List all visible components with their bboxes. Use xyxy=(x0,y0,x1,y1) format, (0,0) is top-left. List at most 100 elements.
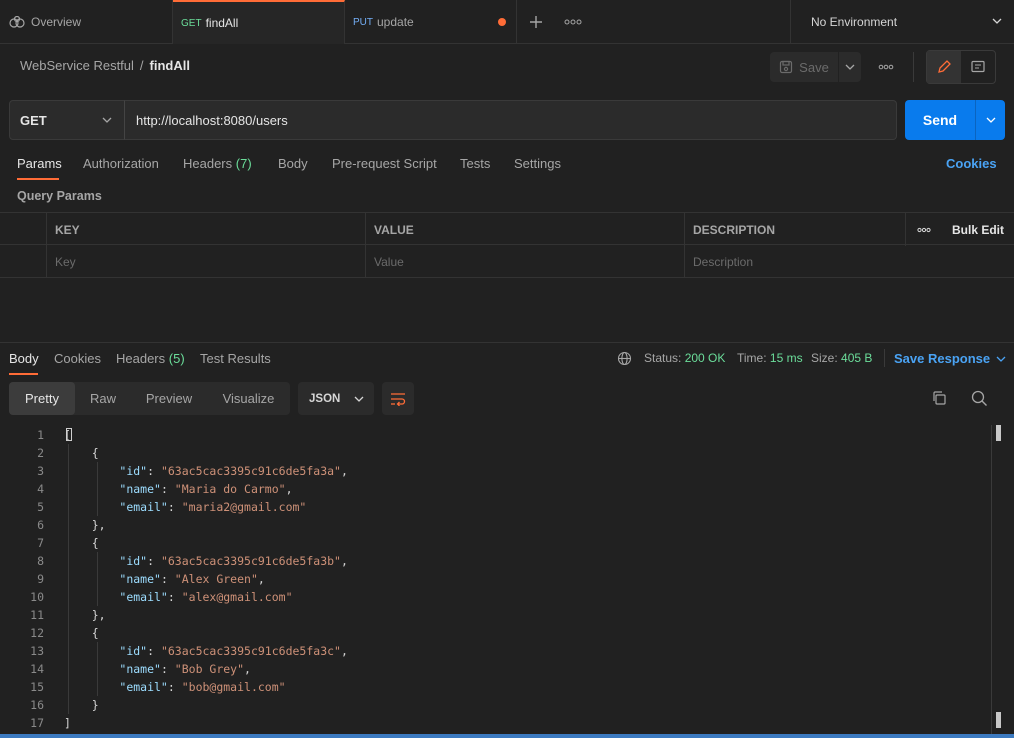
tab-headers[interactable]: Headers (7) xyxy=(183,156,252,171)
response-divider[interactable] xyxy=(0,342,1014,343)
globe-icon[interactable] xyxy=(617,351,632,366)
code-line: }, xyxy=(64,518,106,532)
bulk-edit-button[interactable]: Bulk Edit xyxy=(942,213,1014,246)
copy-icon[interactable] xyxy=(931,390,947,406)
response-time[interactable]: Time: 15 ms xyxy=(737,351,803,365)
scrollbar-thumb-top[interactable] xyxy=(996,425,1001,441)
line-number: 11 xyxy=(30,608,44,622)
query-params-title: Query Params xyxy=(17,189,102,203)
response-size[interactable]: Size: 405 B xyxy=(811,351,872,365)
send-label: Send xyxy=(922,112,958,128)
json-string-value: "bob@gmail.com" xyxy=(181,680,286,694)
breadcrumb-collection[interactable]: WebService Restful xyxy=(20,58,134,73)
send-dropdown-button[interactable] xyxy=(975,100,1005,140)
format-select[interactable]: JSON xyxy=(298,382,374,415)
tab-update[interactable]: PUT update xyxy=(345,0,517,44)
tab-overview[interactable]: Overview xyxy=(0,0,173,44)
more-actions-icon[interactable] xyxy=(874,52,898,82)
chevron-down-icon xyxy=(354,395,364,403)
url-input[interactable]: http://localhost:8080/users xyxy=(124,100,897,140)
response-tab-headers[interactable]: Headers (5) xyxy=(116,351,185,366)
json-string-value: "Alex Green" xyxy=(174,572,258,586)
save-dropdown-button[interactable] xyxy=(839,52,861,82)
line-number: 10 xyxy=(30,590,44,604)
status-bar xyxy=(0,734,1014,738)
tab-tests[interactable]: Tests xyxy=(460,156,490,171)
environment-selector[interactable]: No Environment xyxy=(790,0,1014,44)
code-line: } xyxy=(64,698,99,712)
json-key: "name" xyxy=(119,482,161,496)
json-string-value: "63ac5cac3395c91c6de5fa3a" xyxy=(160,464,341,478)
time-label: Time: xyxy=(737,351,767,365)
search-icon[interactable] xyxy=(971,390,988,407)
view-visualize[interactable]: Visualize xyxy=(207,382,290,415)
line-number: 9 xyxy=(37,572,44,586)
tab-params[interactable]: Params xyxy=(17,156,62,171)
column-options-icon[interactable] xyxy=(905,213,942,246)
method-select[interactable]: GET xyxy=(9,100,125,140)
code-line: "name": "Alex Green", xyxy=(119,572,265,586)
json-string-value: "Bob Grey" xyxy=(174,662,245,676)
tab-prerequest-script[interactable]: Pre-request Script xyxy=(332,156,437,171)
edit-mode-button[interactable] xyxy=(927,51,961,83)
response-tab-body[interactable]: Body xyxy=(9,351,39,366)
unsaved-indicator xyxy=(498,18,506,26)
column-header-description: DESCRIPTION xyxy=(684,213,905,246)
column-header-key: KEY xyxy=(46,213,365,246)
code-line: { xyxy=(64,626,99,640)
size-label: Size: xyxy=(811,351,838,365)
send-button[interactable]: Send xyxy=(905,100,975,140)
response-body-editor[interactable]: 1[2 {3 "id": "63ac5cac3395c91c6de5fa3a",… xyxy=(0,425,1000,738)
status-label: Status: xyxy=(644,351,682,365)
line-number: 7 xyxy=(37,536,44,550)
description-input[interactable]: Description xyxy=(684,245,1014,278)
response-tab-cookies[interactable]: Cookies xyxy=(54,351,101,366)
tab-findall[interactable]: GET findAll xyxy=(173,0,345,44)
tab-settings[interactable]: Settings xyxy=(514,156,561,171)
code-line: }, xyxy=(64,608,106,622)
tab-label: findAll xyxy=(205,16,239,30)
response-headers-count: (5) xyxy=(168,351,185,366)
line-number: 8 xyxy=(37,554,44,568)
overview-icon xyxy=(9,16,25,28)
value-input[interactable]: Value xyxy=(365,245,684,278)
scrollbar-thumb-bottom[interactable] xyxy=(996,712,1001,728)
url-text: http://localhost:8080/users xyxy=(136,112,288,128)
view-preview[interactable]: Preview xyxy=(131,382,207,415)
new-tab-plus-icon[interactable] xyxy=(528,14,544,30)
line-number: 15 xyxy=(30,680,44,694)
response-tab-test-results[interactable]: Test Results xyxy=(200,351,271,366)
save-button[interactable]: Save xyxy=(770,52,838,82)
comments-button[interactable] xyxy=(961,51,995,83)
chevron-down-icon xyxy=(986,116,996,124)
status-value: 200 OK xyxy=(684,351,726,365)
response-headers-label: Headers xyxy=(116,351,166,366)
view-pretty[interactable]: Pretty xyxy=(9,382,75,415)
wrap-lines-button[interactable] xyxy=(382,382,414,415)
json-key: "id" xyxy=(119,464,148,478)
line-number: 14 xyxy=(30,662,44,676)
breadcrumb-separator: / xyxy=(139,58,144,73)
more-tabs-icon[interactable] xyxy=(564,18,582,26)
tab-authorization[interactable]: Authorization xyxy=(83,156,159,171)
key-input[interactable]: Key xyxy=(46,245,365,278)
cookies-link[interactable]: Cookies xyxy=(946,156,997,171)
view-raw[interactable]: Raw xyxy=(75,382,131,415)
response-status[interactable]: Status: 200 OK xyxy=(644,351,725,365)
tab-method-badge: GET xyxy=(181,17,202,29)
divider xyxy=(884,349,885,367)
code-line: "id": "63ac5cac3395c91c6de5fa3c", xyxy=(119,644,348,658)
save-response-button[interactable]: Save Response xyxy=(894,351,1006,366)
code-line: "email": "maria2@gmail.com" xyxy=(119,500,307,514)
line-number: 17 xyxy=(30,716,44,730)
json-key: "email" xyxy=(119,500,168,514)
pencil-icon xyxy=(936,59,952,75)
scrollbar-track[interactable] xyxy=(991,425,992,735)
environment-label: No Environment xyxy=(811,15,898,29)
breadcrumb-request[interactable]: findAll xyxy=(150,58,190,73)
tab-body[interactable]: Body xyxy=(278,156,308,171)
headers-count: (7) xyxy=(235,156,252,171)
json-string-value: "Maria do Carmo" xyxy=(174,482,286,496)
column-header-value: VALUE xyxy=(365,213,684,246)
tab-label: Overview xyxy=(31,15,82,29)
